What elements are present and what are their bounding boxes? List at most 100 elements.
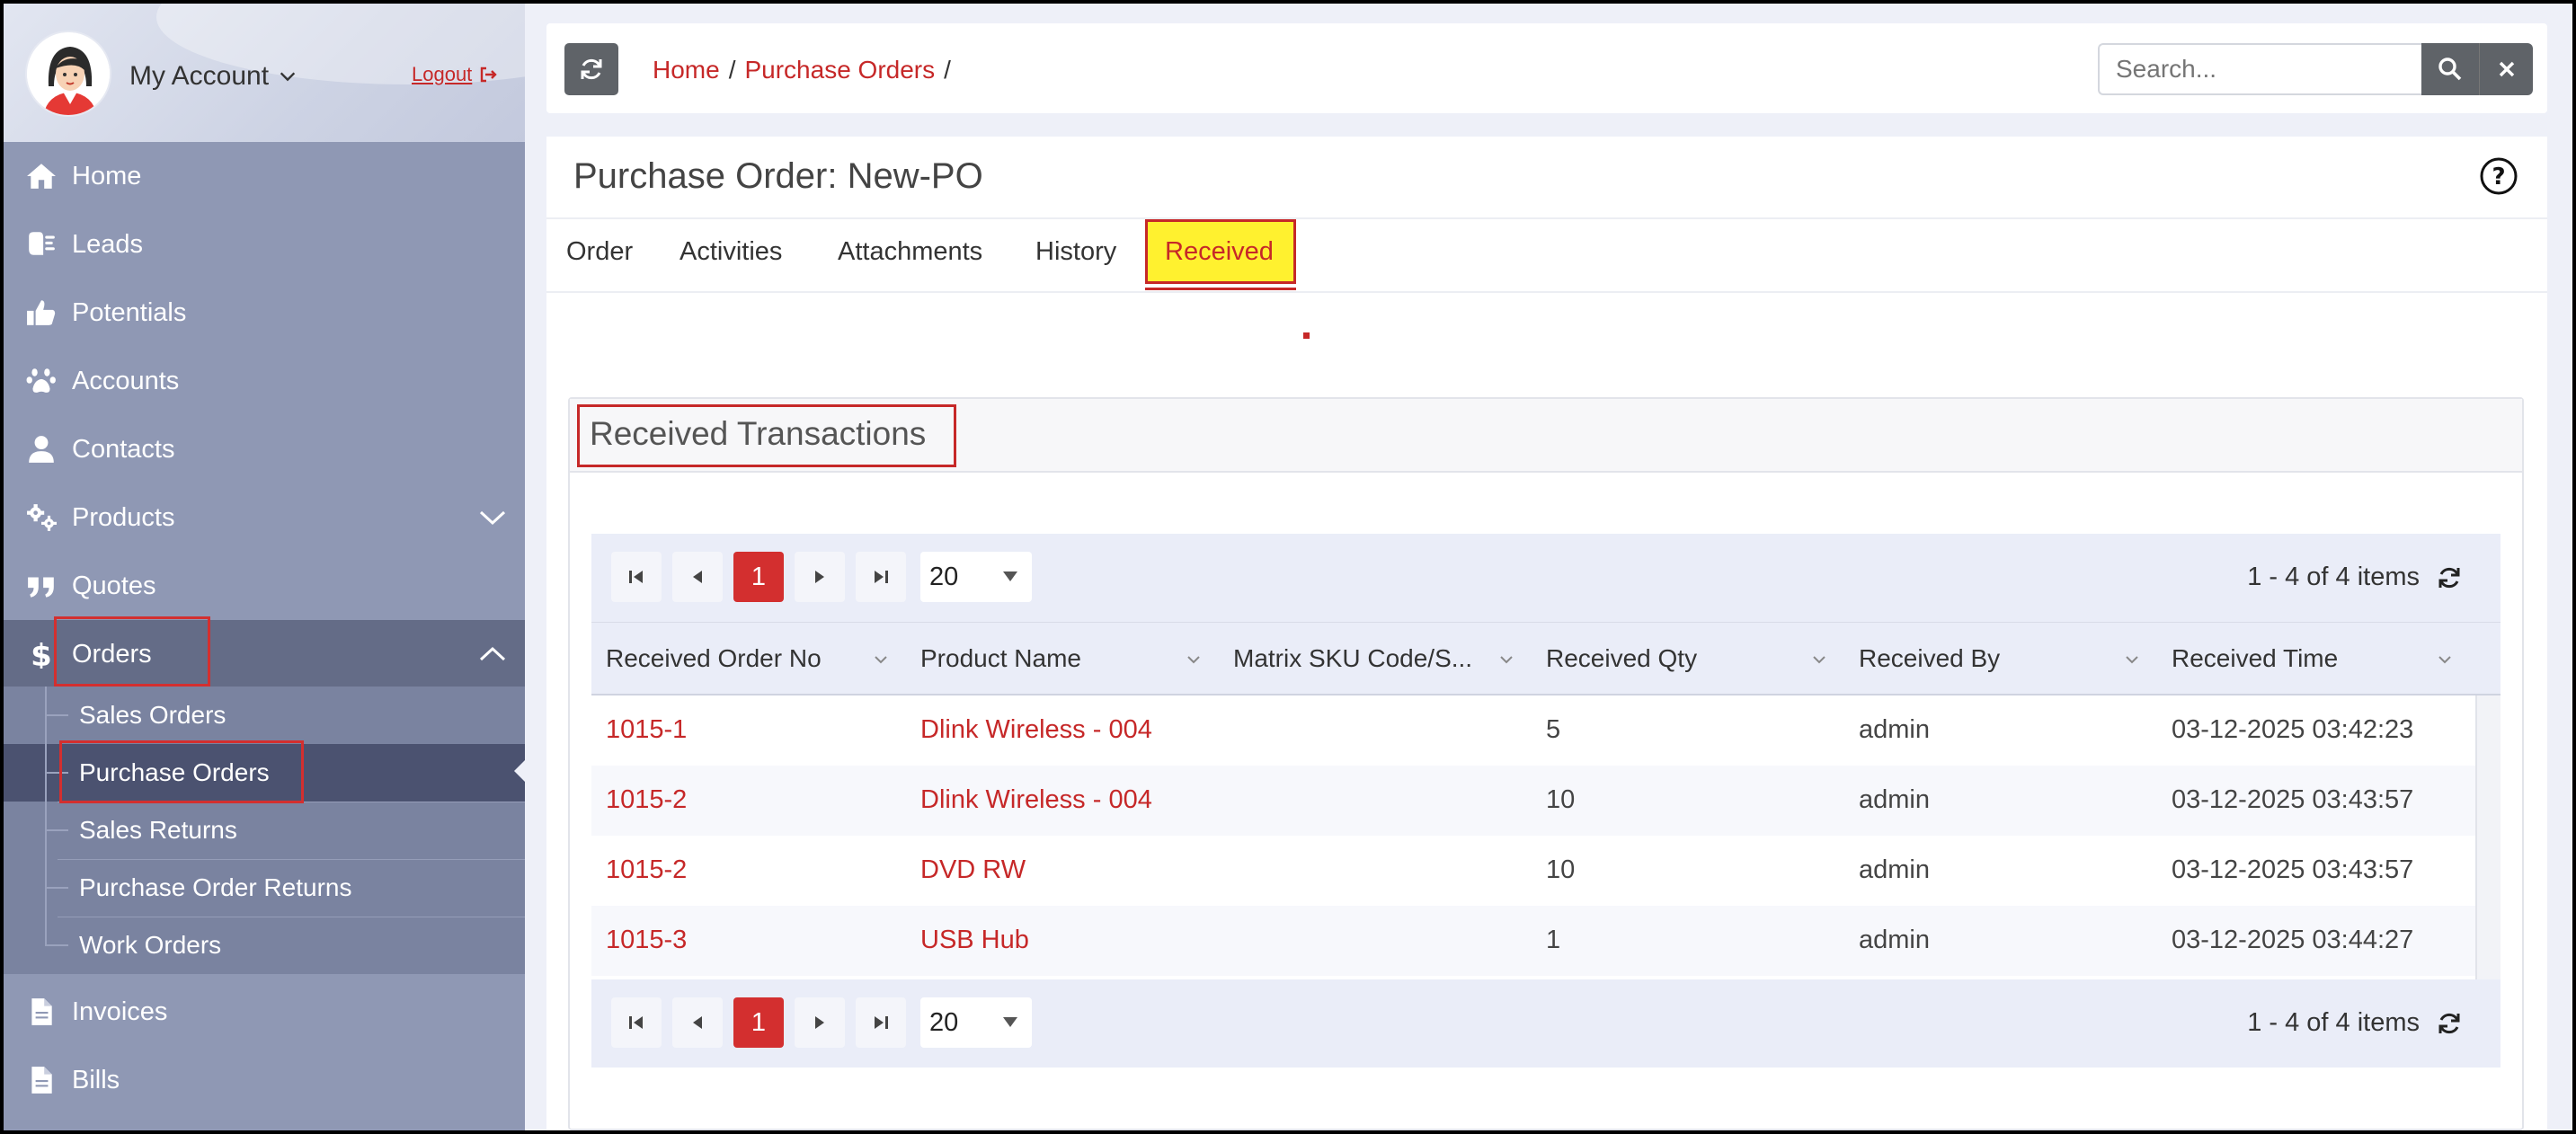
column-header-received-by[interactable]: Received By — [1859, 644, 2000, 673]
table-row[interactable]: 1015-2 Dlink Wireless - 004 10 admin 03-… — [591, 766, 2500, 836]
help-icon[interactable]: ? — [2479, 156, 2518, 196]
breadcrumb-home[interactable]: Home — [653, 56, 720, 84]
received-transactions-panel: Received Transactions 1 20 1 - 4 of 4 it… — [568, 397, 2524, 1130]
cell-product[interactable]: USB Hub — [920, 926, 1029, 955]
close-icon — [2499, 61, 2514, 77]
last-page-button[interactable] — [856, 552, 906, 602]
logout-link[interactable]: Logout — [412, 63, 499, 86]
sidebar-item-label: Invoices — [72, 997, 168, 1026]
cell-order-no[interactable]: 1015-3 — [606, 926, 687, 955]
tab-order[interactable]: Order — [566, 237, 633, 267]
tab-activities[interactable]: Activities — [680, 237, 782, 267]
chevron-down-icon[interactable] — [478, 505, 507, 530]
first-page-button[interactable] — [611, 552, 662, 602]
sidebar-item-invoices[interactable]: Invoices — [4, 978, 525, 1046]
column-header-received-qty[interactable]: Received Qty — [1546, 644, 1697, 673]
tab-attachments[interactable]: Attachments — [838, 237, 982, 267]
avatar[interactable] — [25, 31, 111, 117]
first-page-button[interactable] — [611, 997, 662, 1048]
table-row[interactable]: 1015-3 USB Hub 1 admin 03-12-2025 03:44:… — [591, 906, 2500, 976]
orders-submenu: Sales Orders Purchase Orders Sales Retur… — [4, 687, 525, 974]
column-header-received-time[interactable]: Received Time — [2172, 644, 2338, 673]
next-page-button[interactable] — [795, 552, 845, 602]
sidebar-subitem-sales-orders[interactable]: Sales Orders — [4, 687, 525, 744]
sidebar-item-leads[interactable]: Leads — [4, 210, 525, 279]
pager-info: 1 - 4 of 4 items — [2247, 1008, 2420, 1037]
panel-title: Received Transactions — [590, 415, 927, 452]
cell-order-no[interactable]: 1015-2 — [606, 785, 687, 815]
sidebar-subitem-sales-returns[interactable]: Sales Returns — [4, 802, 525, 859]
cell-order-no[interactable]: 1015-2 — [606, 855, 687, 885]
pager-top: 1 20 1 - 4 of 4 items — [591, 534, 2500, 622]
clear-search-button[interactable] — [2479, 43, 2533, 95]
first-page-icon — [629, 571, 643, 583]
cell-qty: 10 — [1546, 855, 1576, 884]
sidebar-item-accounts[interactable]: Accounts — [4, 347, 525, 415]
sidebar-item-contacts[interactable]: Contacts — [4, 415, 525, 483]
search-input[interactable] — [2098, 43, 2423, 95]
sidebar-item-label: Home — [72, 161, 142, 190]
gears-icon — [25, 503, 58, 532]
user-icon — [25, 435, 58, 464]
last-page-icon — [875, 1016, 888, 1029]
column-menu-icon[interactable] — [1186, 655, 1201, 664]
tab-received[interactable]: Received — [1165, 237, 1274, 267]
prev-page-button[interactable] — [672, 552, 723, 602]
cell-product[interactable]: DVD RW — [920, 855, 1026, 885]
page-size-select[interactable]: 20 — [920, 997, 1032, 1048]
sidebar-item-label: Quotes — [72, 571, 156, 600]
last-page-button[interactable] — [856, 997, 906, 1048]
column-header-product-name[interactable]: Product Name — [920, 644, 1081, 673]
sidebar-subitem-label: Sales Orders — [79, 701, 227, 729]
loading-indicator — [1303, 332, 1310, 339]
table-row[interactable]: 1015-2 DVD RW 10 admin 03-12-2025 03:43:… — [591, 836, 2500, 906]
column-menu-icon[interactable] — [874, 655, 888, 664]
cell-received-by: admin — [1859, 715, 1930, 744]
column-header-received-order-no[interactable]: Received Order No — [606, 644, 822, 673]
cell-order-no[interactable]: 1015-1 — [606, 715, 687, 745]
sidebar-item-home[interactable]: Home — [4, 142, 525, 210]
cell-received-time: 03-12-2025 03:43:57 — [2172, 855, 2414, 884]
dropdown-arrow-icon — [1003, 571, 1017, 581]
column-menu-icon[interactable] — [2125, 655, 2139, 664]
breadcrumb-purchase-orders[interactable]: Purchase Orders — [744, 56, 935, 84]
quote-icon — [25, 571, 58, 600]
sidebar-item-bills[interactable]: Bills — [4, 1046, 525, 1114]
next-page-icon — [815, 1016, 824, 1029]
refresh-button[interactable] — [564, 43, 618, 95]
prev-page-button[interactable] — [672, 997, 723, 1048]
column-menu-icon[interactable] — [2438, 655, 2452, 664]
vertical-scrollbar[interactable] — [2475, 695, 2500, 981]
sidebar-item-quotes[interactable]: Quotes — [4, 552, 525, 620]
search-button[interactable] — [2421, 43, 2479, 95]
sidebar-item-label: Leads — [72, 229, 144, 259]
sidebar-item-potentials[interactable]: Potentials — [4, 279, 525, 347]
sidebar-item-products[interactable]: Products — [4, 483, 525, 552]
panel-header: Received Transactions — [570, 399, 2522, 473]
cell-product[interactable]: Dlink Wireless - 004 — [920, 715, 1152, 745]
page-size-select[interactable]: 20 — [920, 552, 1032, 602]
page-number-button[interactable]: 1 — [733, 552, 784, 602]
svg-text:?: ? — [2492, 164, 2505, 190]
refresh-icon[interactable] — [2436, 564, 2463, 591]
chevron-down-icon — [280, 72, 296, 82]
paw-icon — [25, 367, 58, 395]
column-header-matrix-sku[interactable]: Matrix SKU Code/S... — [1233, 644, 1472, 673]
prev-page-icon — [693, 571, 702, 583]
next-page-button[interactable] — [795, 997, 845, 1048]
my-account-menu[interactable]: My Account — [129, 61, 298, 92]
column-menu-icon[interactable] — [1812, 655, 1826, 664]
refresh-icon[interactable] — [2436, 1010, 2463, 1037]
sidebar-subitem-work-orders[interactable]: Work Orders — [4, 917, 525, 974]
orders-highlight — [54, 616, 210, 687]
page-size-value: 20 — [929, 1007, 959, 1037]
tab-history[interactable]: History — [1035, 237, 1116, 267]
cell-product[interactable]: Dlink Wireless - 004 — [920, 785, 1152, 815]
table-row[interactable]: 1015-1 Dlink Wireless - 004 5 admin 03-1… — [591, 695, 2500, 766]
page-number-button[interactable]: 1 — [733, 997, 784, 1048]
cell-qty: 1 — [1546, 926, 1561, 954]
chevron-up-icon[interactable] — [478, 642, 507, 667]
column-menu-icon[interactable] — [1499, 655, 1514, 664]
thumbs-up-icon — [25, 298, 58, 327]
sidebar-subitem-purchase-order-returns[interactable]: Purchase Order Returns — [4, 859, 525, 917]
